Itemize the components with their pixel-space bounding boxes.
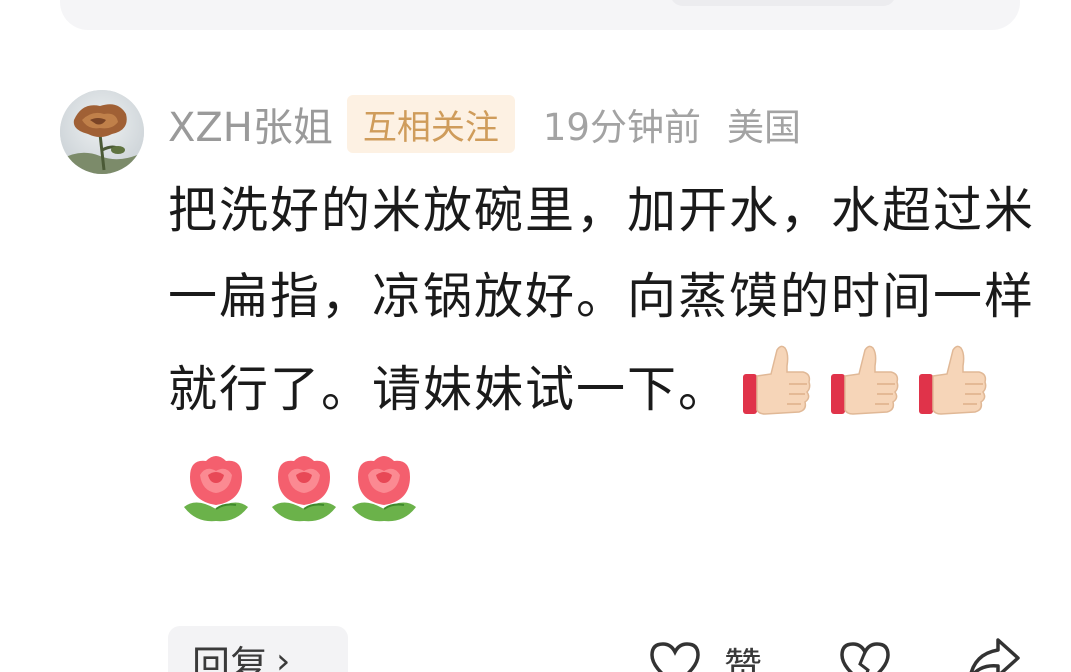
previous-comment-pill [670,0,896,6]
rose-photo-avatar-icon [60,90,144,174]
chevron-right-icon: › [276,640,291,672]
heart-icon[interactable] [648,640,702,672]
comment-actions: 回复 › 赞 [168,626,1048,672]
share-icon[interactable] [966,634,1022,672]
location: 美国 [726,106,801,149]
like-label[interactable]: 赞 [724,636,762,672]
avatar[interactable] [60,90,144,174]
thumbs-up-icon [737,340,817,447]
username[interactable]: XZH张姐 [168,95,333,153]
reply-button[interactable]: 回复 › [168,626,348,672]
comment-meta: 19分钟前 美国 [543,97,801,151]
time-ago: 19分钟前 [542,106,701,149]
thumbs-up-icon [825,340,905,447]
broken-heart-icon[interactable] [838,640,892,672]
comment-header: XZH张姐 互相关注 19分钟前 美国 [168,95,801,153]
thumbs-up-icon [913,340,993,447]
rose-icon [176,447,256,554]
comment-body: 把洗好的米放碗里，加开水，水超过米一扁指，凉锅放好。向蒸馍的时间一样就行了。请妹… [168,168,1038,554]
mutual-follow-badge: 互相关注 [346,95,515,153]
comment-screen: XZH张姐 互相关注 19分钟前 美国 把洗好的米放碗里，加开水，水超过米一扁指，… [0,0,1071,672]
reply-label: 回复 [192,642,269,672]
rose-icon [264,447,344,554]
rose-icon [344,447,424,554]
